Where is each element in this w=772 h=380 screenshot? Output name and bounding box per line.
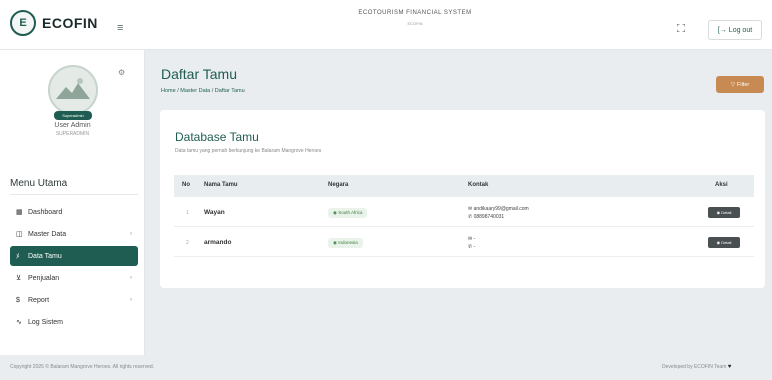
sidebar-item-data-tamu[interactable]: ﾒ Data Tamu xyxy=(10,246,138,266)
phone-value: - xyxy=(473,244,476,250)
sidebar-item-penjualan[interactable]: ⊻ Penjualan › xyxy=(10,268,138,288)
sidebar-item-label: Master Data xyxy=(28,230,67,238)
user-role: SUPERADMIN xyxy=(55,131,90,137)
filter-icon: ▽ xyxy=(730,81,735,88)
chevron-right-icon: › xyxy=(130,297,132,303)
column-header-action: Aksi xyxy=(715,182,728,188)
guest-name: armando xyxy=(204,239,232,246)
contact-phone: ✆ - xyxy=(468,244,475,250)
detail-label: Detail xyxy=(721,210,732,215)
database-icon: ◫ xyxy=(16,231,23,238)
row-number: 2 xyxy=(186,240,189,246)
guest-name: Wayan xyxy=(204,209,225,216)
top-bar: E ECOFIN ≡ ECOTOURISM FINANCIAL SYSTEM E… xyxy=(0,0,772,50)
country-badge: ◉ South Africa xyxy=(328,208,368,218)
phone-value: 08898740031 xyxy=(473,214,505,220)
cart-icon: ⊻ xyxy=(16,275,22,282)
email-value: - xyxy=(473,236,476,242)
table-row: 2 armando ◉ Indonesia ✉ - ✆ - ◉ Detail xyxy=(174,228,754,257)
contact-phone: ✆ 08898740031 xyxy=(468,214,504,220)
sidebar-item-label: Dashboard xyxy=(28,208,63,216)
row-number: 1 xyxy=(186,210,189,216)
detail-button[interactable]: ◉ Detail xyxy=(708,207,740,218)
sidebar-item-label: Penjualan xyxy=(28,274,60,282)
email-value: andikaary99@gmail.com xyxy=(473,206,529,212)
logout-icon: [→ xyxy=(717,26,727,34)
sidebar-item-report[interactable]: $ Report › xyxy=(10,290,138,310)
user-name: User Admin xyxy=(54,122,91,129)
sidebar: Superadmin ⚙ User Admin SUPERADMIN Menu … xyxy=(0,50,145,355)
filter-label: Filter xyxy=(737,81,750,88)
country-badge: ◉ Indonesia xyxy=(328,238,363,248)
chevron-right-icon: › xyxy=(130,231,132,237)
menu-divider xyxy=(10,194,138,195)
guest-table-card: Database Tamu Data tamu yang pernah berk… xyxy=(160,110,765,288)
activity-icon: ∿ xyxy=(16,319,22,326)
gear-icon[interactable]: ⚙ xyxy=(118,68,125,77)
dollar-icon: $ xyxy=(16,296,20,304)
brand-logo-text: E xyxy=(19,17,27,29)
sidebar-item-label: Log Sistem xyxy=(28,318,64,326)
menu-toggle-icon[interactable]: ≡ xyxy=(117,22,123,34)
brand-name: ECOFIN xyxy=(42,15,98,31)
sidebar-item-master-data[interactable]: ◫ Master Data › xyxy=(10,224,138,244)
filter-button[interactable]: ▽ Filter xyxy=(716,76,764,93)
column-header-country: Negara xyxy=(328,182,349,188)
chevron-right-icon: › xyxy=(130,275,132,281)
detail-button[interactable]: ◉ Detail xyxy=(708,237,740,248)
brand[interactable]: E ECOFIN xyxy=(10,10,98,36)
detail-label: Detail xyxy=(721,240,732,245)
sidebar-item-dashboard[interactable]: ▦ Dashboard xyxy=(10,202,138,222)
avatar[interactable] xyxy=(48,65,98,115)
country-name: South Africa xyxy=(338,210,363,215)
system-subtitle: ECOFIN xyxy=(407,21,423,26)
role-badge: Superadmin xyxy=(54,111,92,120)
heart-icon: ♥ xyxy=(727,364,732,370)
sidebar-item-log-sistem[interactable]: ∿ Log Sistem xyxy=(10,312,138,332)
card-subtitle: Data tamu yang pernah berkunjung ke Bala… xyxy=(175,148,322,154)
menu-title: Menu Utama xyxy=(10,178,68,189)
fullscreen-icon[interactable] xyxy=(677,24,685,32)
logout-label: Log out xyxy=(728,26,753,34)
sidebar-item-label: Data Tamu xyxy=(28,252,62,260)
footer-credit-text: Developed by ECOFIN Team xyxy=(662,364,727,370)
card-title: Database Tamu xyxy=(175,130,259,144)
country-name: Indonesia xyxy=(338,240,358,245)
column-header-no: No xyxy=(182,182,190,188)
table-row: 1 Wayan ◉ South Africa ✉ andikaary99@gma… xyxy=(174,198,754,227)
brand-logo: E xyxy=(10,10,36,36)
logout-button[interactable]: [→ Log out xyxy=(708,20,762,40)
column-header-name: Nama Tamu xyxy=(204,182,238,188)
page-title: Daftar Tamu xyxy=(161,66,237,82)
system-title: ECOTOURISM FINANCIAL SYSTEM xyxy=(358,10,472,16)
contact-email: ✉ - xyxy=(468,236,475,242)
contact-email: ✉ andikaary99@gmail.com xyxy=(468,206,529,212)
dashboard-icon: ▦ xyxy=(16,209,23,216)
table-header: No Nama Tamu Negara Kontak Aksi xyxy=(174,175,754,197)
footer-credit: Developed by ECOFIN Team ♥ xyxy=(662,364,731,370)
column-header-contact: Kontak xyxy=(468,182,489,188)
sidebar-item-label: Report xyxy=(28,296,50,304)
users-icon: ﾒ xyxy=(16,253,20,260)
footer-copyright: Copyright 2026 © Balaram Mangrove Heroes… xyxy=(10,364,155,370)
avatar-image xyxy=(50,67,96,113)
breadcrumb[interactable]: Home / Master Data / Daftar Tamu xyxy=(161,88,245,94)
